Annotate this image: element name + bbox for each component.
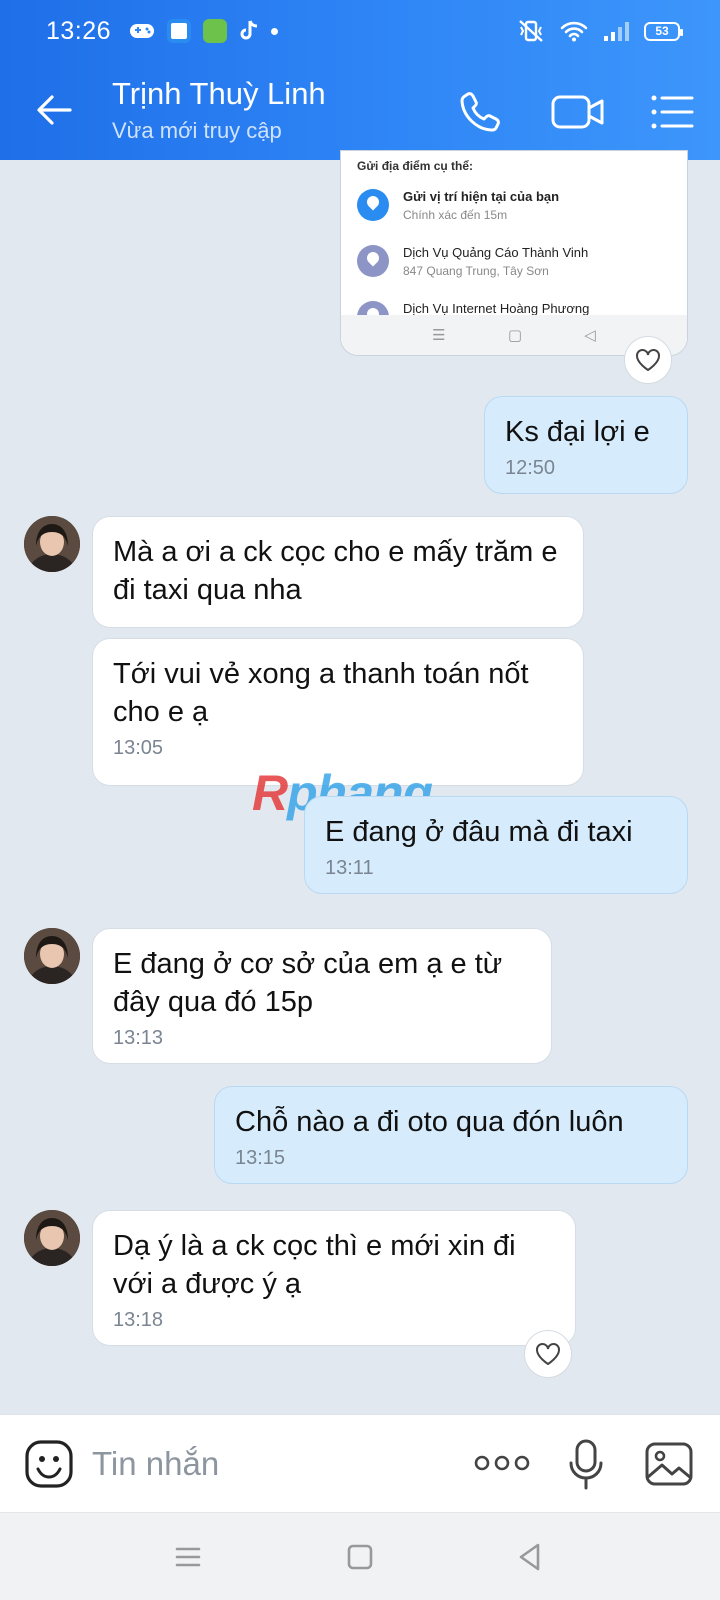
message-composer bbox=[0, 1414, 720, 1512]
heart-react-icon[interactable] bbox=[524, 1330, 572, 1378]
avatar[interactable] bbox=[24, 928, 80, 984]
video-call-icon[interactable] bbox=[550, 88, 606, 136]
screenshot-option-label: Gửi vị trí hiện tại của bạn bbox=[403, 189, 560, 204]
message-time: 13:13 bbox=[113, 1027, 164, 1049]
vibrate-icon bbox=[519, 20, 543, 42]
message-text: Tới vui vẻ xong a thanh toán nốt cho e ạ bbox=[113, 658, 529, 728]
emoji-sticker-icon[interactable] bbox=[24, 1439, 74, 1489]
screenshot-title: Gửi địa điểm cụ thể: bbox=[357, 159, 474, 173]
battery-icon: 53 bbox=[644, 21, 683, 41]
message-bubble-outgoing[interactable]: E đang ở đâu mà đi taxi 13:11 bbox=[304, 796, 688, 894]
status-right: 53 bbox=[516, 19, 683, 43]
contact-name[interactable]: Trịnh Thuỳ Linh bbox=[112, 76, 326, 112]
triangle-back-icon: ◁ bbox=[584, 327, 596, 344]
message-bubble-incoming[interactable]: Mà a ơi a ck cọc cho e mấy trăm e đi tax… bbox=[92, 516, 584, 628]
message-text: Dạ ý là a ck cọc thì e mới xin đi với a … bbox=[113, 1230, 516, 1300]
avatar[interactable] bbox=[24, 516, 80, 572]
home-icon[interactable] bbox=[344, 1541, 376, 1573]
tiktok-icon bbox=[240, 20, 258, 40]
message-time: 13:11 bbox=[325, 857, 374, 879]
message-bubble-incoming[interactable]: Dạ ý là a ck cọc thì e mới xin đi với a … bbox=[92, 1210, 576, 1346]
message-text: Chỗ nào a đi oto qua đón luôn bbox=[235, 1106, 624, 1138]
location-pin-icon bbox=[357, 189, 389, 221]
image-gallery-icon[interactable] bbox=[644, 1441, 694, 1487]
location-pin-icon bbox=[357, 245, 389, 277]
back-triangle-icon[interactable] bbox=[514, 1541, 546, 1573]
square-icon: ▢ bbox=[507, 327, 523, 344]
wifi-icon bbox=[560, 21, 588, 42]
message-text: Mà a ơi a ck cọc cho e mấy trăm e đi tax… bbox=[113, 536, 558, 606]
message-time: 12:50 bbox=[505, 457, 556, 479]
status-bar: 13:26 53 bbox=[0, 0, 720, 62]
message-time: 13:15 bbox=[235, 1147, 286, 1169]
heart-react-icon[interactable] bbox=[624, 336, 672, 384]
screenshot-option-sub: 847 Quang Trung, Tây Sơn bbox=[403, 264, 549, 278]
contact-status: Vừa mới truy cập bbox=[112, 118, 282, 143]
hamburger-icon: ☰ bbox=[432, 327, 446, 344]
back-arrow-icon[interactable] bbox=[34, 90, 74, 130]
screenshot-option-label: Dịch Vụ Internet Hoàng Phương bbox=[403, 301, 590, 316]
screenshot-option-sub: Chính xác đến 15m bbox=[403, 208, 508, 222]
menu-list-icon[interactable] bbox=[648, 88, 696, 136]
message-time: 13:05 bbox=[113, 737, 164, 759]
more-options-icon[interactable] bbox=[474, 1451, 530, 1475]
notification-dot-icon bbox=[271, 27, 279, 35]
status-time: 13:26 bbox=[46, 16, 112, 45]
message-text: Ks đại lợi e bbox=[505, 416, 650, 448]
message-time: 13:18 bbox=[113, 1309, 164, 1331]
app-icon-blue bbox=[167, 19, 192, 43]
message-text: E đang ở cơ sở của em ạ e từ đây qua đó … bbox=[113, 948, 503, 1018]
chat-header: Trịnh Thuỳ Linh Vừa mới truy cập bbox=[0, 62, 720, 160]
gamepad-icon bbox=[130, 24, 155, 38]
top-bar: 13:26 53 Trịnh Thuỳ Linh Vừa mới truy cậ… bbox=[0, 0, 720, 160]
microphone-icon[interactable] bbox=[568, 1439, 604, 1491]
message-text: E đang ở đâu mà đi taxi bbox=[325, 816, 633, 848]
phone-icon[interactable] bbox=[456, 88, 504, 136]
avatar[interactable] bbox=[24, 1210, 80, 1266]
signal-icon bbox=[604, 22, 629, 41]
screenshot-option-label: Dịch Vụ Quảng Cáo Thành Vinh bbox=[403, 245, 589, 260]
message-bubble-outgoing[interactable]: Ks đại lợi e 12:50 bbox=[484, 396, 688, 494]
recent-apps-icon[interactable] bbox=[172, 1541, 204, 1573]
message-input[interactable] bbox=[92, 1437, 432, 1491]
shared-screenshot-image[interactable]: Gửi địa điểm cụ thể: Gửi vị trí hiện tại… bbox=[340, 150, 688, 356]
screenshot-option: Dịch Vụ Quảng Cáo Thành Vinh 847 Quang T… bbox=[357, 245, 588, 278]
message-bubble-incoming[interactable]: E đang ở cơ sở của em ạ e từ đây qua đó … bbox=[92, 928, 552, 1064]
app-icon-green bbox=[203, 19, 228, 43]
screenshot-option: Gửi vị trí hiện tại của bạn Chính xác đế… bbox=[357, 189, 559, 222]
status-app-icons bbox=[129, 19, 279, 43]
system-nav-bar bbox=[0, 1512, 720, 1600]
message-bubble-outgoing[interactable]: Chỗ nào a đi oto qua đón luôn 13:15 bbox=[214, 1086, 688, 1184]
